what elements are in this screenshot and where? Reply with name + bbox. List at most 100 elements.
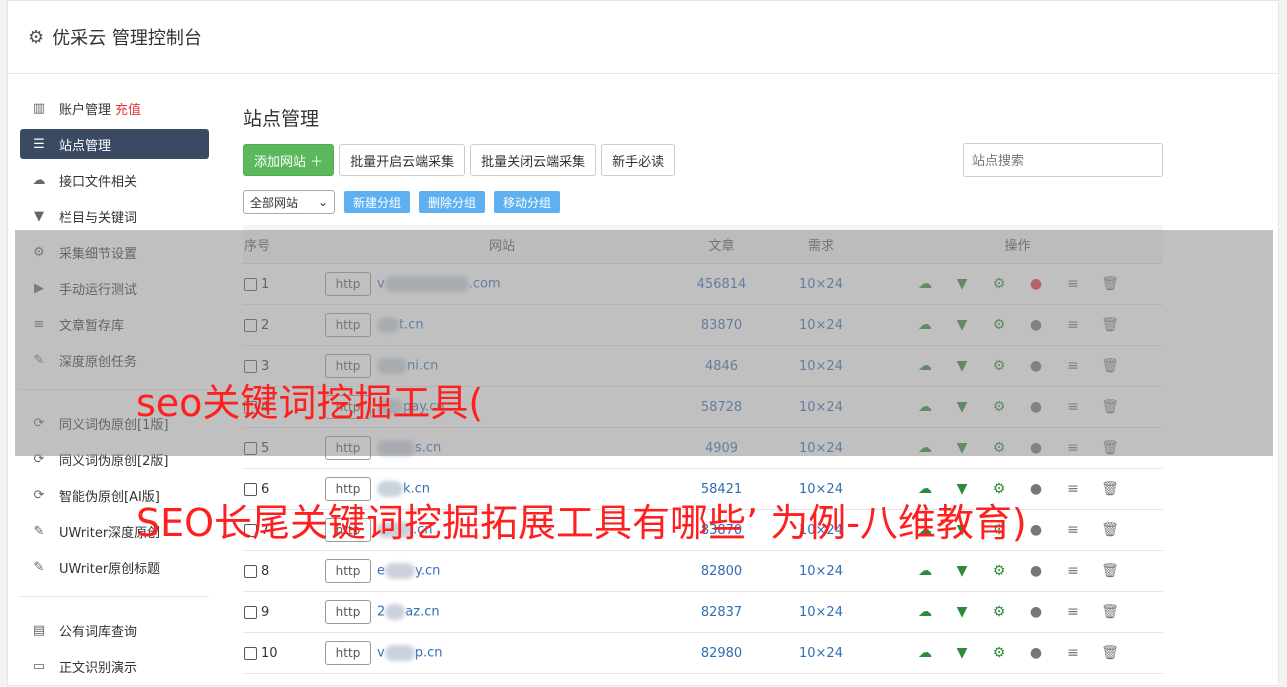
row-checkbox[interactable]	[244, 359, 257, 373]
cloud-upload-icon[interactable]: ☁	[915, 399, 935, 415]
site-domain-suffix[interactable]: y.cn	[415, 564, 440, 579]
database-icon[interactable]: ≡	[1063, 317, 1083, 333]
play-icon[interactable]: ●	[1026, 358, 1046, 374]
database-icon[interactable]: ≡	[1063, 563, 1083, 579]
row-checkbox[interactable]	[244, 482, 257, 496]
row-checkbox[interactable]	[244, 646, 257, 660]
trash-icon[interactable]: 🗑	[1100, 317, 1120, 333]
sidebar-item-b0[interactable]: ⟳ 同义词伪原创[1版]	[20, 408, 209, 438]
play-icon[interactable]: ●	[1026, 399, 1046, 415]
sidebar-item-b2[interactable]: ⟳ 智能伪原创[AI版]	[20, 480, 209, 510]
cloud-upload-icon[interactable]: ☁	[915, 317, 935, 333]
row-checkbox[interactable]	[244, 605, 257, 619]
add-site-button[interactable]: 添加网站 ＋	[243, 144, 335, 176]
cogs-icon[interactable]: ⚙	[989, 604, 1009, 620]
play-icon[interactable]: ●	[1026, 604, 1046, 620]
site-domain-suffix[interactable]: k.cn	[403, 482, 430, 497]
play-icon[interactable]: ●	[1026, 522, 1046, 538]
beginner-guide-button[interactable]: 新手必读	[601, 144, 676, 176]
cogs-icon[interactable]: ⚙	[989, 522, 1009, 538]
trash-icon[interactable]: 🗑	[1100, 604, 1120, 620]
sidebar-item-a0[interactable]: ▥ 账户管理 充值	[20, 93, 209, 123]
cloud-upload-icon[interactable]: ☁	[915, 276, 935, 292]
filter-icon[interactable]: ▼	[952, 276, 972, 292]
row-checkbox[interactable]	[244, 400, 257, 414]
cogs-icon[interactable]: ⚙	[989, 563, 1009, 579]
site-domain-suffix[interactable]: .cn	[413, 523, 433, 538]
cogs-icon[interactable]: ⚙	[989, 645, 1009, 661]
move-group-button[interactable]: 移动分组	[494, 191, 561, 213]
database-icon[interactable]: ≡	[1063, 276, 1083, 292]
play-icon[interactable]: ●	[1026, 276, 1046, 292]
filter-icon[interactable]: ▼	[952, 604, 972, 620]
play-icon[interactable]: ●	[1026, 645, 1046, 661]
row-checkbox[interactable]	[244, 318, 257, 332]
cloud-upload-icon[interactable]: ☁	[915, 440, 935, 456]
site-domain-suffix[interactable]: az.cn	[405, 605, 439, 620]
row-checkbox[interactable]	[244, 523, 257, 537]
filter-icon[interactable]: ▼	[952, 317, 972, 333]
play-icon[interactable]: ●	[1026, 481, 1046, 497]
trash-icon[interactable]: 🗑	[1100, 481, 1120, 497]
new-group-button[interactable]: 新建分组	[344, 191, 411, 213]
site-domain-suffix[interactable]: p.cn	[415, 646, 443, 661]
cogs-icon[interactable]: ⚙	[989, 276, 1009, 292]
site-search-input[interactable]	[963, 143, 1163, 177]
database-icon[interactable]: ≡	[1063, 604, 1083, 620]
cogs-icon[interactable]: ⚙	[989, 440, 1009, 456]
trash-icon[interactable]: 🗑	[1100, 645, 1120, 661]
row-checkbox[interactable]	[244, 277, 257, 291]
batch-enable-cloud-button[interactable]: 批量开启云端采集	[339, 144, 466, 176]
site-domain-suffix[interactable]: t.cn	[399, 318, 424, 333]
trash-icon[interactable]: 🗑	[1100, 440, 1120, 456]
trash-icon[interactable]: 🗑	[1100, 399, 1120, 415]
site-domain-suffix[interactable]: .com	[469, 277, 501, 292]
sidebar-item-a4[interactable]: ⚙ 采集细节设置	[20, 237, 209, 267]
batch-disable-cloud-button[interactable]: 批量关闭云端采集	[470, 144, 597, 176]
play-icon[interactable]: ●	[1026, 317, 1046, 333]
group-select[interactable]: 全部网站 ⌄	[243, 190, 335, 214]
database-icon[interactable]: ≡	[1063, 358, 1083, 374]
database-icon[interactable]: ≡	[1063, 440, 1083, 456]
sidebar-item-a1[interactable]: ☰ 站点管理	[20, 129, 209, 159]
trash-icon[interactable]: 🗑	[1100, 276, 1120, 292]
site-domain-suffix[interactable]: s.cn	[415, 441, 441, 456]
filter-icon[interactable]: ▼	[952, 645, 972, 661]
row-checkbox[interactable]	[244, 441, 257, 455]
database-icon[interactable]: ≡	[1063, 399, 1083, 415]
sidebar-item-a6[interactable]: ≡ 文章暂存库	[20, 309, 209, 339]
trash-icon[interactable]: 🗑	[1100, 522, 1120, 538]
sidebar-item-c0[interactable]: ▤ 公有词库查询	[20, 615, 209, 645]
cloud-upload-icon[interactable]: ☁	[915, 645, 935, 661]
play-icon[interactable]: ●	[1026, 563, 1046, 579]
sidebar-item-a7[interactable]: ✎ 深度原创任务	[20, 345, 209, 375]
row-checkbox[interactable]	[244, 564, 257, 578]
trash-icon[interactable]: 🗑	[1100, 563, 1120, 579]
filter-icon[interactable]: ▼	[952, 440, 972, 456]
trash-icon[interactable]: 🗑	[1100, 358, 1120, 374]
database-icon[interactable]: ≡	[1063, 481, 1083, 497]
sidebar-item-b3[interactable]: ✎ UWriter深度原创	[20, 516, 209, 546]
database-icon[interactable]: ≡	[1063, 522, 1083, 538]
database-icon[interactable]: ≡	[1063, 645, 1083, 661]
sidebar-item-a3[interactable]: ▼ 栏目与关键词	[20, 201, 209, 231]
cogs-icon[interactable]: ⚙	[989, 358, 1009, 374]
recharge-link[interactable]: 充值	[115, 99, 141, 118]
site-domain-prefix[interactable]: v	[377, 646, 385, 661]
site-domain-prefix[interactable]: e	[377, 564, 385, 579]
cloud-upload-icon[interactable]: ☁	[915, 358, 935, 374]
filter-icon[interactable]: ▼	[952, 563, 972, 579]
site-domain-suffix[interactable]: pay.cn	[403, 400, 445, 415]
play-icon[interactable]: ●	[1026, 440, 1046, 456]
filter-icon[interactable]: ▼	[952, 481, 972, 497]
sidebar-item-c1[interactable]: ▭ 正文识别演示	[20, 651, 209, 681]
filter-icon[interactable]: ▼	[952, 358, 972, 374]
cloud-upload-icon[interactable]: ☁	[915, 563, 935, 579]
cloud-upload-icon[interactable]: ☁	[915, 481, 935, 497]
sidebar-item-a5[interactable]: ▶ 手动运行测试	[20, 273, 209, 303]
sidebar-item-a2[interactable]: ☁ 接口文件相关	[20, 165, 209, 195]
cogs-icon[interactable]: ⚙	[989, 317, 1009, 333]
filter-icon[interactable]: ▼	[952, 399, 972, 415]
sidebar-item-b1[interactable]: ⟳ 同义词伪原创[2版]	[20, 444, 209, 474]
site-domain-prefix[interactable]: 2	[377, 605, 385, 620]
